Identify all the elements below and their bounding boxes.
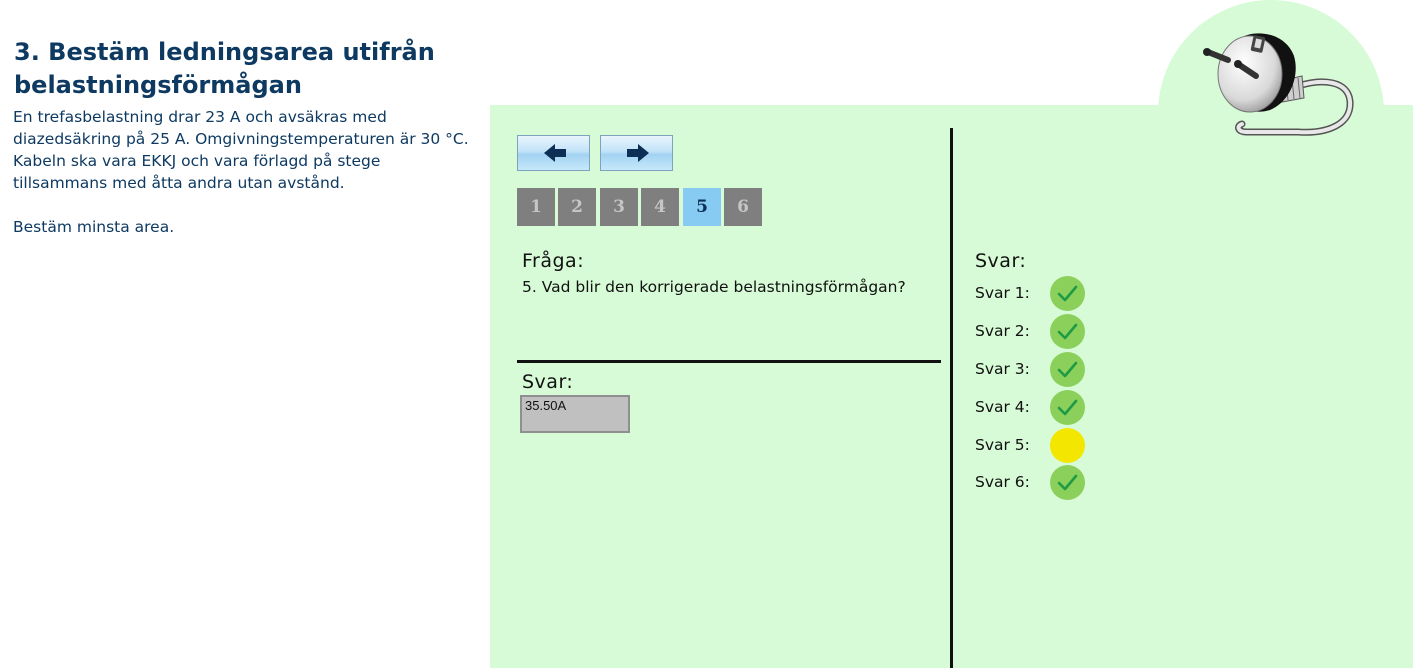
status-label-5: Svar 5: xyxy=(975,436,1030,454)
power-plug-icon xyxy=(1198,26,1358,145)
status-label-4: Svar 4: xyxy=(975,398,1030,416)
page-button-3[interactable]: 3 xyxy=(600,188,638,226)
vertical-divider xyxy=(950,128,953,668)
page-button-2[interactable]: 2 xyxy=(558,188,596,226)
status-label-6: Svar 6: xyxy=(975,473,1030,491)
page-button-1[interactable]: 1 xyxy=(517,188,555,226)
status-label-1: Svar 1: xyxy=(975,284,1030,302)
checkmark-icon xyxy=(1050,390,1085,425)
checkmark-icon xyxy=(1050,276,1085,311)
next-button[interactable] xyxy=(600,135,673,171)
answer-heading: Svar: xyxy=(522,371,574,393)
page-button-6[interactable]: 6 xyxy=(724,188,762,226)
checkmark-icon xyxy=(1050,352,1085,387)
checkmark-icon xyxy=(1050,314,1085,349)
previous-button[interactable] xyxy=(517,135,590,171)
arrow-left-icon xyxy=(544,144,566,162)
horizontal-divider xyxy=(517,360,941,363)
status-heading: Svar: xyxy=(975,250,1027,272)
question-text: 5. Vad blir den korrigerade belastningsf… xyxy=(522,278,906,296)
pending-dot-icon xyxy=(1050,428,1085,463)
status-label-2: Svar 2: xyxy=(975,322,1030,340)
page-button-5[interactable]: 5 xyxy=(683,188,721,226)
problem-description: En trefasbelastning drar 23 A och avsäkr… xyxy=(13,108,469,236)
answer-field[interactable]: 35.50A xyxy=(520,395,630,433)
checkmark-icon xyxy=(1050,465,1085,500)
question-heading: Fråga: xyxy=(522,250,585,272)
arrow-right-icon xyxy=(627,144,649,162)
page-button-4[interactable]: 4 xyxy=(641,188,679,226)
page-title: 3. Bestäm ledningsarea utifrån belastnin… xyxy=(14,38,435,99)
status-label-3: Svar 3: xyxy=(975,360,1030,378)
